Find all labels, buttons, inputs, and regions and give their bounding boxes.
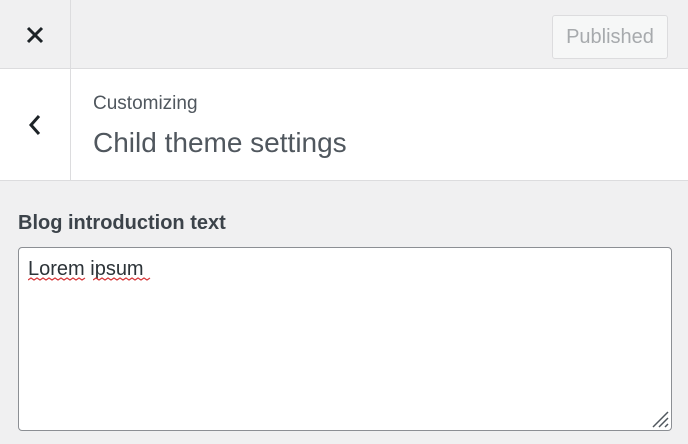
spellcheck-underline [93,277,151,281]
close-button[interactable] [0,0,71,69]
blog-intro-label: Blog introduction text [18,212,226,234]
section-title: Child theme settings [93,127,347,158]
chevron-left-icon [28,114,41,135]
back-button[interactable] [0,69,71,180]
publish-button[interactable]: Published [552,15,668,59]
section-header: Customizing Child theme settings [0,69,688,181]
spellcheck-underline [28,277,86,281]
customizer-header: Published [0,0,688,69]
close-icon [26,26,44,43]
resize-handle-icon[interactable] [648,407,670,429]
blog-intro-textarea[interactable] [18,247,672,431]
breadcrumb: Customizing [93,93,198,114]
blog-intro-field-wrap [18,247,672,431]
